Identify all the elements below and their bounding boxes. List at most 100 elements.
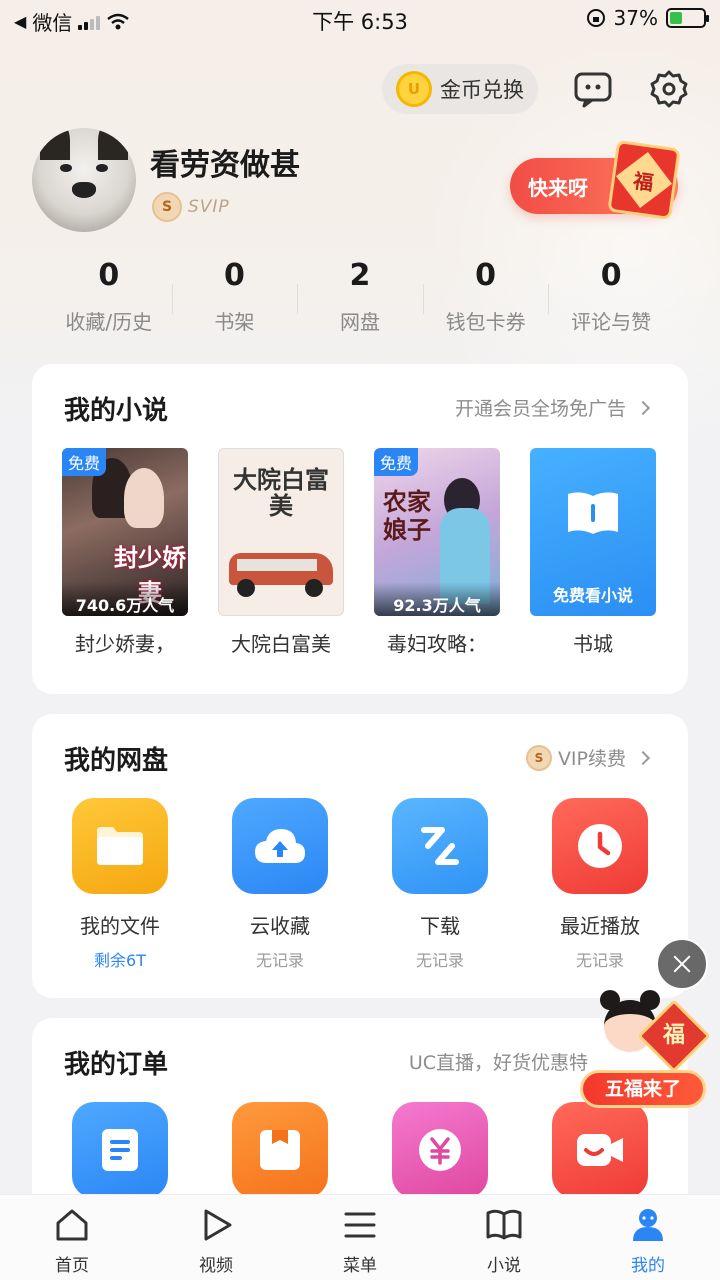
nav-label: 视频 [199,1256,233,1276]
stat-label: 收藏/历史 [65,310,153,334]
username[interactable]: 看劳资做甚 [150,140,300,184]
wufu-float-promo[interactable]: 福 五福来了 [580,990,711,1112]
profile-icon [633,1209,663,1241]
order-item[interactable] [45,1102,195,1198]
my-disk-card: 我的网盘 S VIP续费 我的文件 剩余6T 云收藏 无记录 下载 无记录 最近… [32,714,688,998]
message-icon[interactable] [572,68,614,110]
settings-gear-icon[interactable] [648,68,690,110]
download-icon [392,798,488,894]
uc-live-link[interactable]: UC直播，好货优惠特 [409,1048,588,1075]
disk-recent-play[interactable]: 最近播放 无记录 [525,798,675,971]
order-item[interactable] [205,1102,355,1198]
novel-item[interactable]: 农家娘子 免费 92.3万人气 毒妇攻略： [374,448,500,657]
folder-icon [72,798,168,894]
chevron-right-icon [635,400,651,415]
stat-label: 网盘 [339,310,380,334]
stat-label: 书架 [214,310,255,334]
avatar[interactable] [32,128,136,232]
novel-name: 毒妇攻略： [387,632,487,656]
nav-label: 小说 [487,1256,521,1276]
stat-wallet-coupons[interactable]: 0 钱包卡券 [422,258,549,338]
book-cover: 农家娘子 免费 92.3万人气 [374,448,500,616]
vip-renew-label: VIP续费 [557,748,626,770]
stat-value: 2 [349,258,371,293]
stat-value: 0 [98,258,120,293]
popularity-label: 740.6万人气 [62,582,188,616]
stat-value: 0 [600,258,622,293]
clock-icon [552,798,648,894]
nav-novel[interactable]: 小说 [432,1195,576,1280]
disk-cloud-favorites[interactable]: 云收藏 无记录 [205,798,355,971]
open-book-icon [568,492,618,534]
close-float-button[interactable] [656,938,708,990]
disk-item-label: 我的文件 [80,914,160,938]
svip-label: SVIP [188,197,230,217]
stat-value: 0 [475,258,497,293]
novel-name: 大院白富美 [231,632,331,656]
stat-value: 0 [223,258,245,293]
wufu-label: 五福来了 [580,1070,706,1108]
rotation-lock-icon [586,9,605,27]
book-cover: 封少娇妻 免费 740.6万人气 [62,448,188,616]
novel-item[interactable]: 大院白富美 大院白富美 [218,448,344,657]
promo-hurry-label: 快来呀 [528,176,588,200]
svip-s-icon: S [525,744,552,771]
bag-icon [232,1102,328,1198]
stat-favorites-history[interactable]: 0 收藏/历史 [46,258,172,338]
battery-icon [666,8,709,28]
my-disk-title: 我的网盘 [64,746,169,776]
novel-name: 封少娇妻， [75,632,175,656]
vip-no-ads-label: 开通会员全场免广告 [454,398,626,420]
disk-item-sub: 无记录 [415,951,464,970]
status-bar: ◀ 微信 下午 6:53 37% [0,0,720,40]
cover-title: 大院白富美 [233,465,329,520]
nav-menu[interactable]: 菜单 [288,1195,432,1280]
nav-video[interactable]: 视频 [144,1195,288,1280]
yuan-icon [392,1102,488,1198]
disk-item-sub: 剩余6T [94,951,146,970]
coin-icon: U [396,71,432,107]
vip-renew-link[interactable]: S VIP续费 [525,744,651,771]
promo-hurry-button[interactable]: 快来呀 福 [510,139,681,221]
home-icon [56,1209,88,1241]
disk-my-files[interactable]: 我的文件 剩余6T [45,798,195,971]
stat-bookshelf[interactable]: 0 书架 [171,258,298,338]
novel-icon [486,1209,522,1240]
disk-item-sub: 无记录 [255,951,304,970]
novel-name: 书城 [573,632,613,656]
nav-label: 首页 [55,1256,89,1276]
stat-comments-likes[interactable]: 0 评论与赞 [548,258,674,338]
cloud-upload-icon [232,798,328,894]
stat-label: 钱包卡券 [445,310,526,334]
order-item[interactable] [525,1102,675,1198]
novel-item[interactable]: 封少娇妻 免费 740.6万人气 封少娇妻， [62,448,188,657]
free-badge: 免费 [374,448,419,476]
uc-live-label: UC直播，好货优惠特 [408,1052,588,1074]
nav-home[interactable]: 首页 [0,1195,144,1280]
nav-label: 我的 [631,1256,665,1276]
chevron-right-icon [635,750,651,765]
svip-s-icon: S [152,192,182,222]
fu-envelope-icon: 福 [607,139,681,221]
svip-badge[interactable]: S SVIP [152,192,230,222]
disk-item-label: 最近播放 [560,914,640,938]
book-cover: 大院白富美 [218,448,344,616]
bottom-nav: 首页 视频 菜单 小说 我的 [0,1194,720,1280]
disk-item-sub: 无记录 [575,951,624,970]
my-novels-title: 我的小说 [64,396,169,426]
nav-profile[interactable]: 我的 [576,1195,720,1280]
order-item[interactable] [365,1102,515,1198]
coin-exchange-label: 金币兑换 [440,78,524,102]
coin-exchange-button[interactable]: U 金币兑换 [382,64,538,114]
disk-download[interactable]: 下载 无记录 [365,798,515,971]
play-icon [204,1209,232,1241]
bookstore-cover: 免费看小说 [530,448,656,616]
my-novels-card: 我的小说 开通会员全场免广告 封少娇妻 免费 740.6万人气 封少娇妻， 大院… [32,364,688,694]
vip-no-ads-link[interactable]: 开通会员全场免广告 [454,394,651,421]
video-icon [552,1102,648,1198]
disk-item-label: 下载 [420,914,460,938]
cover-title: 农家娘子 [383,488,431,544]
nav-label: 菜单 [343,1256,377,1276]
stat-cloud-disk[interactable]: 2 网盘 [297,258,423,338]
novel-bookstore[interactable]: 免费看小说 书城 [530,448,656,657]
